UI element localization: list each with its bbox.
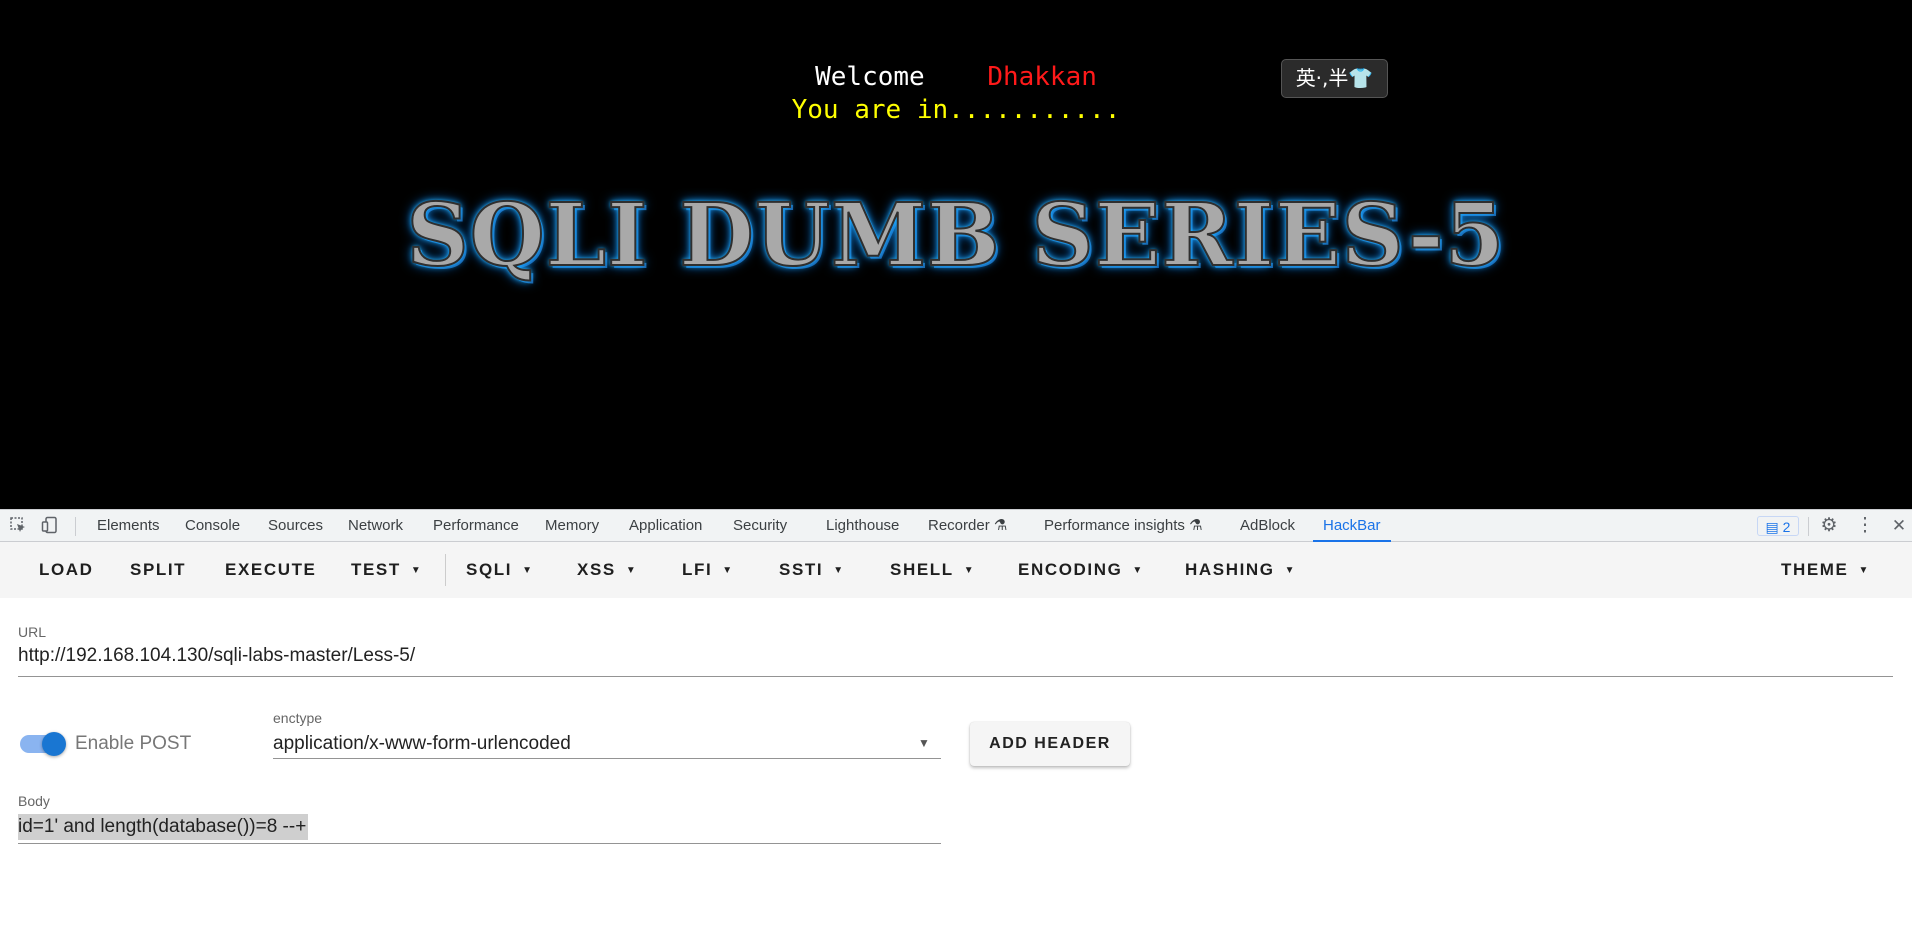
more-options-icon[interactable]: ⋮ xyxy=(1855,516,1875,536)
tab-performance[interactable]: Performance xyxy=(433,510,519,541)
dropdown-arrow-icon: ▼ xyxy=(522,565,532,576)
ime-indicator[interactable]: 英·,半👕 xyxy=(1281,59,1388,98)
add-header-button[interactable]: ADD HEADER xyxy=(970,722,1130,766)
url-label: URL xyxy=(18,624,47,640)
tab-performance-insights[interactable]: Performance insights ⚗ xyxy=(1044,510,1203,541)
shell-menu-button[interactable]: SHELL ▼ xyxy=(890,542,974,598)
issues-icon: ▤ xyxy=(1765,519,1779,535)
tabbar-divider xyxy=(75,517,76,536)
inspect-element-icon[interactable] xyxy=(8,516,28,536)
execute-button[interactable]: EXECUTE xyxy=(225,542,317,598)
theme-menu-button[interactable]: THEME ▼ xyxy=(1781,542,1868,598)
tab-elements[interactable]: Elements xyxy=(97,510,160,541)
load-button[interactable]: LOAD xyxy=(39,542,94,598)
url-input[interactable]: http://192.168.104.130/sqli-labs-master/… xyxy=(18,645,415,667)
tab-network[interactable]: Network xyxy=(348,510,403,541)
page-viewport: Welcome Dhakkan You are in........... 英·… xyxy=(0,0,1912,509)
dropdown-arrow-icon: ▼ xyxy=(1284,565,1295,576)
tab-adblock[interactable]: AdBlock xyxy=(1240,510,1295,541)
ssti-menu-button[interactable]: SSTI ▼ xyxy=(779,542,843,598)
status-line: You are in........... xyxy=(791,95,1121,125)
chevron-down-icon[interactable]: ▼ xyxy=(918,736,930,750)
encoding-menu-button[interactable]: ENCODING ▼ xyxy=(1018,542,1142,598)
hashing-menu-button[interactable]: HASHING ▼ xyxy=(1185,542,1295,598)
tab-sources[interactable]: Sources xyxy=(268,510,323,541)
lfi-menu-button[interactable]: LFI ▼ xyxy=(682,542,732,598)
tab-memory[interactable]: Memory xyxy=(545,510,599,541)
dropdown-arrow-icon: ▼ xyxy=(410,565,421,576)
device-toolbar-icon[interactable] xyxy=(40,516,60,536)
enctype-select[interactable]: application/x-www-form-urlencoded xyxy=(273,733,571,755)
tab-security[interactable]: Security xyxy=(733,510,787,541)
xss-menu-button[interactable]: XSS ▼ xyxy=(577,542,636,598)
user-name: Dhakkan xyxy=(987,62,1097,92)
sqli-menu-button[interactable]: SQLI ▼ xyxy=(466,542,532,598)
body-input[interactable]: id=1' and length(database())=8 --+ xyxy=(18,814,309,840)
body-underline xyxy=(18,843,941,844)
issues-count: 2 xyxy=(1782,519,1791,535)
body-label: Body xyxy=(18,793,50,809)
dropdown-arrow-icon: ▼ xyxy=(1858,565,1869,576)
enable-post-label: Enable POST xyxy=(75,733,192,754)
split-button[interactable]: SPLIT xyxy=(130,542,186,598)
issues-badge[interactable]: ▤ 2 xyxy=(1757,516,1799,536)
tab-console[interactable]: Console xyxy=(185,510,240,541)
hackbar-toolbar: LOAD SPLIT EXECUTE TEST ▼ SQLI ▼ XSS ▼ LFI ▼… xyxy=(0,542,1912,598)
enctype-underline xyxy=(273,758,941,759)
enctype-label: enctype xyxy=(273,710,323,726)
tab-lighthouse[interactable]: Lighthouse xyxy=(826,510,899,541)
dropdown-arrow-icon: ▼ xyxy=(722,565,733,576)
dropdown-arrow-icon: ▼ xyxy=(833,565,844,576)
enable-post-toggle[interactable] xyxy=(20,732,68,756)
test-menu-button[interactable]: TEST ▼ xyxy=(351,542,421,598)
tabbar-divider xyxy=(1808,517,1809,536)
settings-gear-icon[interactable]: ⚙ xyxy=(1819,516,1839,536)
tab-application[interactable]: Application xyxy=(629,510,702,541)
dropdown-arrow-icon: ▼ xyxy=(625,565,636,576)
welcome-text: Welcome xyxy=(815,62,925,92)
toolbar-divider xyxy=(445,554,446,586)
banner-title: SQLI DUMB SERIES-5 xyxy=(406,184,1506,287)
tab-hackbar[interactable]: HackBar xyxy=(1313,510,1390,542)
dropdown-arrow-icon: ▼ xyxy=(963,565,974,576)
devtools-panel: Elements Console Sources Network Perform… xyxy=(0,509,1912,947)
dropdown-arrow-icon: ▼ xyxy=(1132,565,1143,576)
devtools-tabbar: Elements Console Sources Network Perform… xyxy=(0,509,1912,542)
url-underline xyxy=(18,676,1893,677)
close-devtools-icon[interactable]: ✕ xyxy=(1889,516,1909,536)
toggle-knob xyxy=(42,732,66,756)
tab-recorder[interactable]: Recorder ⚗ xyxy=(928,510,1007,541)
welcome-line: Welcome Dhakkan xyxy=(0,62,1912,92)
